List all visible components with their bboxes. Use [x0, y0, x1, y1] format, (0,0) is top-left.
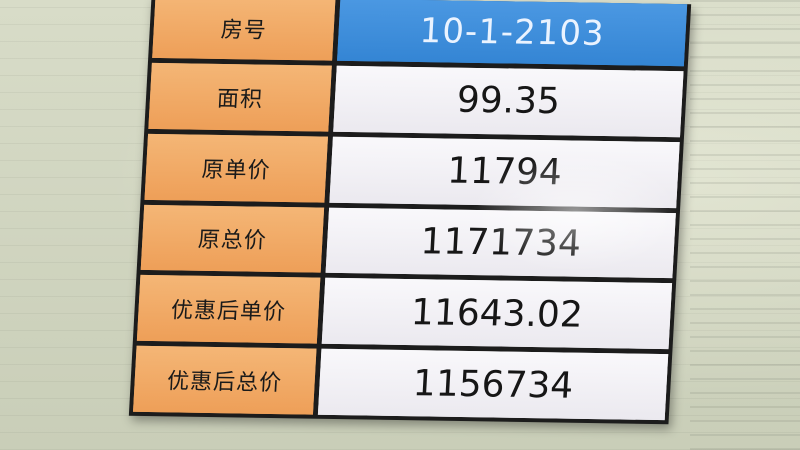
original-total-price-label: 原总价 [140, 204, 325, 274]
room-number-value: 10-1-2103 [337, 0, 688, 67]
price-table: 房号 10-1-2103 面积 99.35 原单价 11794 原总价 1171… [133, 0, 688, 421]
original-unit-price-value: 11794 [329, 136, 680, 208]
price-card: 房号 10-1-2103 面积 99.35 原单价 11794 原总价 1171… [128, 0, 692, 425]
discounted-total-price-label: 优惠后总价 [133, 345, 317, 415]
area-value: 99.35 [333, 65, 684, 137]
area-label: 面积 [148, 62, 332, 132]
original-total-price-value: 1171734 [325, 207, 676, 279]
original-unit-price-label: 原单价 [144, 133, 328, 203]
discounted-unit-price-value: 11643.02 [321, 278, 673, 350]
discounted-total-price-value: 1156734 [317, 348, 669, 421]
discounted-unit-price-label: 优惠后单价 [136, 275, 321, 344]
room-number-label: 房号 [152, 0, 336, 61]
